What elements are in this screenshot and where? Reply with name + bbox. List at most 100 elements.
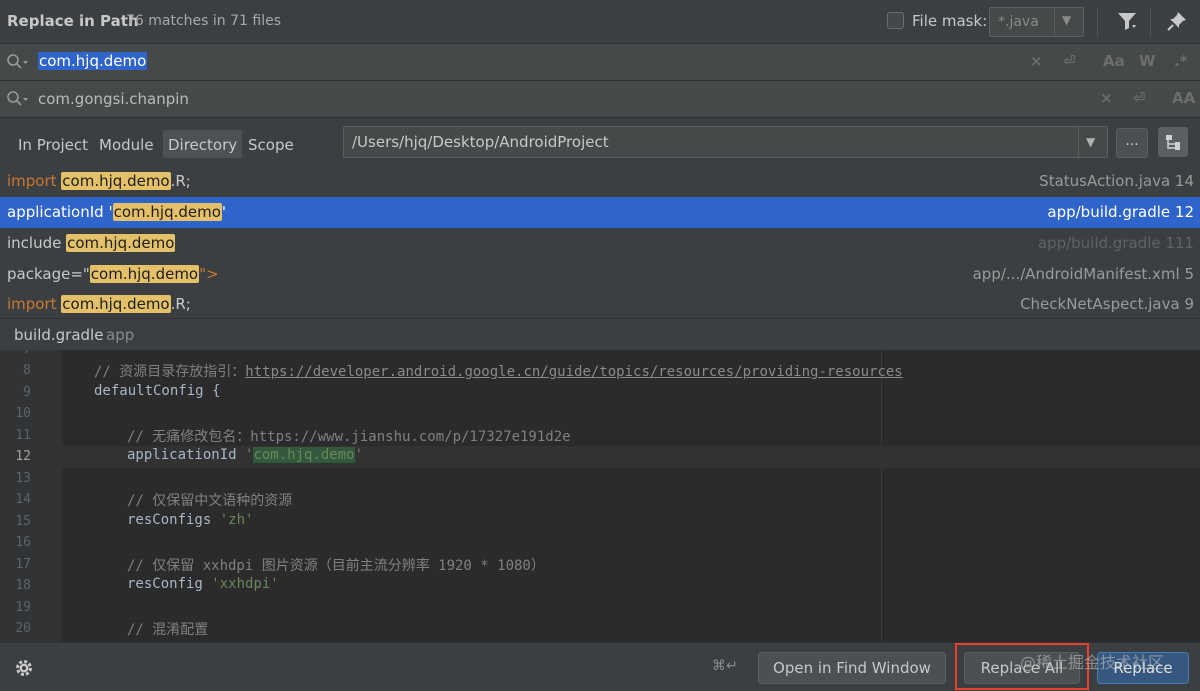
dialog-footer: ⌘↵ Open in Find Window Replace All Repla… [0,642,1200,691]
result-file: app/build.gradle 12 [1047,203,1194,221]
replace-input[interactable]: com.gongsi.chanpin [38,90,189,108]
code-text: // 无痛修改包名：https://www.jianshu.com/p/1732… [127,429,571,445]
result-row-selected[interactable]: applicationId 'com.hjq.demo' app/build.g… [0,197,1200,228]
regex-icon[interactable]: .* [1174,52,1188,70]
match-count: 76 matches in 71 files [126,13,281,29]
code-line: 8 // 资源目录存放指引：https://developer.android.… [0,360,1200,382]
result-row[interactable]: package="com.hjq.demo"> app/.../AndroidM… [0,259,1200,290]
code-line: 20 // 混淆配置 [0,618,1200,640]
result-code: import com.hjq.demo.R; [7,295,191,313]
code-line: 13 [0,468,1200,490]
code-preview[interactable]: 7 8 // 资源目录存放指引：https://developer.androi… [0,350,1200,642]
line-number: 17 [15,557,31,572]
code-line: 14 // 仅保留中文语种的资源 [0,489,1200,511]
line-number: 19 [15,600,31,615]
directory-path-value: /Users/hjq/Desktop/AndroidProject [352,133,609,151]
line-number: 12 [15,449,31,464]
line-number: 16 [15,535,31,550]
code-text: defaultConfig { [94,383,221,399]
result-row[interactable]: import com.hjq.demo.R; StatusAction.java… [0,166,1200,197]
file-mask-value: *.java [998,14,1039,30]
tab-scope[interactable]: Scope [243,130,299,158]
directory-path-combo[interactable]: /Users/hjq/Desktop/AndroidProject ▼ [343,126,1108,158]
code-line: 10 [0,403,1200,425]
new-line-icon[interactable]: ⏎ [1133,89,1146,107]
tab-in-project[interactable]: In Project [13,130,93,158]
search-icon[interactable] [6,53,30,71]
line-number: 15 [15,514,31,529]
chevron-down-icon[interactable]: ▼ [1062,13,1071,27]
file-mask-combo[interactable]: *.java ▼ [989,7,1084,37]
clear-icon[interactable]: × [1030,52,1043,70]
watermark: @稀土掘金技术社区 [1020,653,1165,672]
line-number: 18 [15,578,31,593]
code-text: resConfigs 'zh' [127,512,254,528]
code-line: 15 resConfigs 'zh' [0,511,1200,533]
match-case-icon[interactable]: Aa [1103,52,1125,70]
dialog-header: Replace in Path 76 matches in 71 files F… [0,0,1200,44]
scope-row: In Project Module Directory Scope /Users… [0,118,1200,170]
divider [1078,127,1079,157]
result-file: app/.../AndroidManifest.xml 5 [972,265,1194,283]
divider [1097,7,1098,37]
find-input[interactable]: com.hjq.demo [38,52,148,70]
code-line: 7 [0,350,1200,361]
preview-file-name: build.gradle [14,326,104,344]
tab-module[interactable]: Module [94,130,159,158]
file-mask-label: File mask: [912,12,988,30]
result-file: StatusAction.java 14 [1039,172,1194,190]
line-number: 14 [15,492,31,507]
code-line: 19 [0,597,1200,619]
preview-header: build.gradle app [0,318,1200,350]
code-text: // 仅保留 xxhdpi 图片资源（目前主流分辨率 1920 * 1080） [127,558,545,574]
result-file: CheckNetAspect.java 9 [1020,295,1194,313]
code-line-current: 12 applicationId 'com.hjq.demo' [0,446,1200,468]
preview-module: app [106,326,135,344]
divider [1150,7,1151,37]
divider [1054,8,1055,36]
clear-icon[interactable]: × [1100,89,1113,107]
open-in-find-window-button[interactable]: Open in Find Window [758,652,946,684]
dialog-title: Replace in Path [7,12,139,30]
code-line: 17 // 仅保留 xxhdpi 图片资源（目前主流分辨率 1920 * 108… [0,554,1200,576]
line-number: 13 [15,471,31,486]
browse-button[interactable]: ... [1116,128,1148,158]
replace-search-icon[interactable] [6,90,30,108]
line-number: 8 [23,363,31,378]
result-code: package="com.hjq.demo"> [7,265,219,283]
result-code: include com.hjq.demo [7,234,176,252]
code-line: 18 resConfig 'xxhdpi' [0,575,1200,597]
line-number: 10 [15,406,31,421]
pin-icon[interactable] [1166,10,1188,32]
result-file: app/build.gradle 111 [1037,234,1194,252]
whole-words-icon[interactable]: W [1139,52,1156,70]
result-code: applicationId 'com.hjq.demo' [7,203,227,221]
chevron-down-icon[interactable]: ▼ [1086,135,1095,149]
code-line: 11 // 无痛修改包名：https://www.jianshu.com/p/1… [0,425,1200,447]
new-line-icon[interactable]: ⏎ [1063,52,1076,70]
line-number: 20 [15,621,31,636]
line-number: 9 [23,385,31,400]
result-row[interactable]: import com.hjq.demo.R; CheckNetAspect.ja… [0,289,1200,320]
code-text: // 仅保留中文语种的资源 [127,493,293,509]
line-number: 7 [0,350,31,357]
code-text: // 资源目录存放指引：https://developer.android.go… [94,364,903,380]
tab-directory[interactable]: Directory [163,130,243,158]
find-row: com.hjq.demo × ⏎ Aa W .* [0,44,1200,81]
code-text: resConfig 'xxhdpi' [127,576,279,592]
result-code: import com.hjq.demo.R; [7,172,191,190]
folder-tree-icon [1166,135,1180,150]
filter-icon[interactable] [1116,10,1138,32]
replace-row: com.gongsi.chanpin × ⏎ AA [0,81,1200,118]
recursive-directory-button[interactable] [1158,127,1188,157]
code-text: applicationId 'com.hjq.demo' [127,447,364,463]
code-text: // 混淆配置 [127,622,209,638]
line-number: 11 [15,428,31,443]
result-row[interactable]: include com.hjq.demo app/build.gradle 11… [0,228,1200,259]
shortcut-hint: ⌘↵ [712,658,738,674]
preserve-case-icon[interactable]: AA [1172,89,1195,107]
gear-icon[interactable] [13,657,35,679]
code-line: 9 defaultConfig { [0,382,1200,404]
code-line: 16 [0,532,1200,554]
file-mask-checkbox[interactable] [887,12,904,29]
